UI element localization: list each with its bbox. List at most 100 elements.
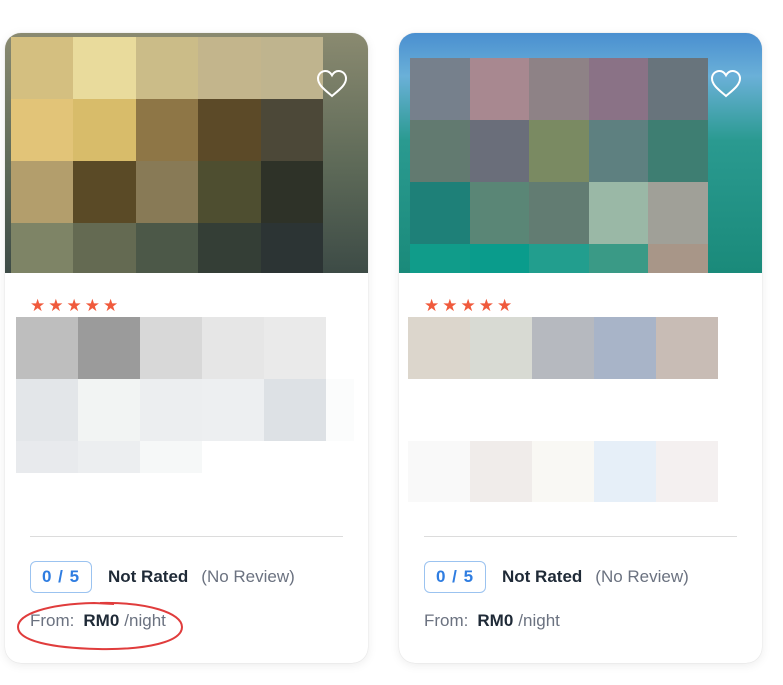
mosaic-cell (11, 223, 74, 273)
rating-label: Not Rated (108, 567, 189, 586)
mosaic-cell (11, 161, 74, 223)
star-icon: ★ (84, 296, 100, 316)
divider (30, 536, 343, 537)
score-badge: 0 / 5 (424, 561, 486, 593)
divider (424, 536, 737, 537)
mosaic-cell (135, 223, 199, 273)
mosaic-cell (656, 317, 718, 379)
mosaic-cell (202, 379, 264, 441)
price-from-label: From: (424, 611, 469, 630)
mosaic-cell (16, 441, 78, 473)
star-icon: ★ (48, 296, 64, 316)
mosaic-cell (260, 161, 323, 223)
pixelated-hotel-details (16, 317, 354, 473)
star-icon: ★ (497, 296, 513, 316)
mosaic-cell (264, 441, 326, 473)
mosaic-cell (326, 379, 354, 441)
star-icon: ★ (424, 296, 440, 316)
review-count: (No Review) (595, 567, 689, 586)
mosaic-cell (408, 379, 470, 441)
mosaic-cell (260, 99, 323, 161)
review-summary: 0 / 5 Not Rated (No Review) (30, 560, 295, 594)
mosaic-cell (264, 317, 326, 379)
mosaic-cell (588, 120, 649, 182)
pixelated-photo-region (410, 58, 708, 273)
mosaic-cell (410, 244, 470, 273)
mosaic-cell (648, 182, 708, 244)
mosaic-cell (656, 441, 718, 502)
hotel-image[interactable] (5, 33, 368, 273)
mosaic-cell (470, 379, 532, 441)
mosaic-cell (78, 441, 140, 473)
mosaic-cell (408, 317, 470, 379)
review-summary: 0 / 5 Not Rated (No Review) (424, 560, 689, 594)
favorite-heart-icon[interactable] (316, 69, 348, 99)
mosaic-cell (469, 58, 530, 120)
mosaic-cell (588, 244, 649, 273)
mosaic-cell (140, 317, 202, 379)
star-icon: ★ (66, 296, 82, 316)
price-from-label: From: (30, 611, 75, 630)
mosaic-cell (410, 58, 470, 120)
mosaic-cell (73, 99, 136, 161)
review-count: (No Review) (201, 567, 295, 586)
mosaic-cell (532, 317, 594, 379)
mosaic-cell (410, 120, 470, 182)
pixelated-hotel-details (408, 317, 718, 502)
mosaic-cell (588, 182, 649, 244)
mosaic-cell (202, 441, 264, 473)
price-amount: RM0 (83, 611, 120, 630)
hotel-image[interactable] (399, 33, 762, 273)
mosaic-cell (135, 99, 199, 161)
mosaic-cell (135, 161, 199, 223)
hotel-card[interactable]: ★ ★ ★ ★ ★ 0 / 5 Not Rated (No Review) Fr… (399, 33, 762, 663)
price-unit: /night (124, 611, 166, 630)
mosaic-cell (469, 120, 530, 182)
hotel-card[interactable]: ★ ★ ★ ★ ★ 0 / 5 Not Rated (No Review) Fr… (5, 33, 368, 663)
mosaic-cell (11, 37, 74, 99)
mosaic-cell (648, 120, 708, 182)
star-rating: ★ ★ ★ ★ ★ (424, 296, 513, 316)
mosaic-cell (73, 223, 136, 273)
star-icon: ★ (460, 296, 476, 316)
mosaic-cell (198, 37, 261, 99)
pixelated-photo-region (11, 37, 323, 273)
mosaic-cell (529, 244, 589, 273)
mosaic-cell (648, 244, 708, 273)
mosaic-cell (648, 58, 708, 120)
mosaic-cell (135, 37, 199, 99)
mosaic-cell (140, 441, 202, 473)
mosaic-cell (198, 99, 261, 161)
mosaic-cell (73, 37, 136, 99)
mosaic-cell (78, 317, 140, 379)
mosaic-cell (529, 58, 589, 120)
mosaic-cell (594, 441, 656, 502)
mosaic-cell (470, 317, 532, 379)
mosaic-cell (264, 379, 326, 441)
score-badge: 0 / 5 (30, 561, 92, 593)
mosaic-cell (78, 379, 140, 441)
mosaic-cell (656, 379, 718, 441)
hotel-listing-page: ★ ★ ★ ★ ★ 0 / 5 Not Rated (No Review) Fr… (0, 0, 783, 685)
rating-label: Not Rated (502, 567, 583, 586)
mosaic-cell (140, 379, 202, 441)
mosaic-cell (529, 182, 589, 244)
mosaic-cell (410, 182, 470, 244)
mosaic-cell (198, 223, 261, 273)
mosaic-cell (532, 379, 594, 441)
price-unit: /night (518, 611, 560, 630)
star-rating: ★ ★ ★ ★ ★ (30, 296, 119, 316)
favorite-heart-icon[interactable] (710, 69, 742, 99)
mosaic-cell (326, 441, 354, 473)
mosaic-cell (16, 317, 78, 379)
price-row: From: RM0 /night (424, 611, 560, 633)
mosaic-cell (469, 244, 530, 273)
star-icon: ★ (103, 296, 119, 316)
mosaic-cell (11, 99, 74, 161)
mosaic-cell (594, 379, 656, 441)
star-icon: ★ (30, 296, 46, 316)
mosaic-cell (73, 161, 136, 223)
mosaic-cell (588, 58, 649, 120)
price-amount: RM0 (477, 611, 514, 630)
mosaic-cell (16, 379, 78, 441)
